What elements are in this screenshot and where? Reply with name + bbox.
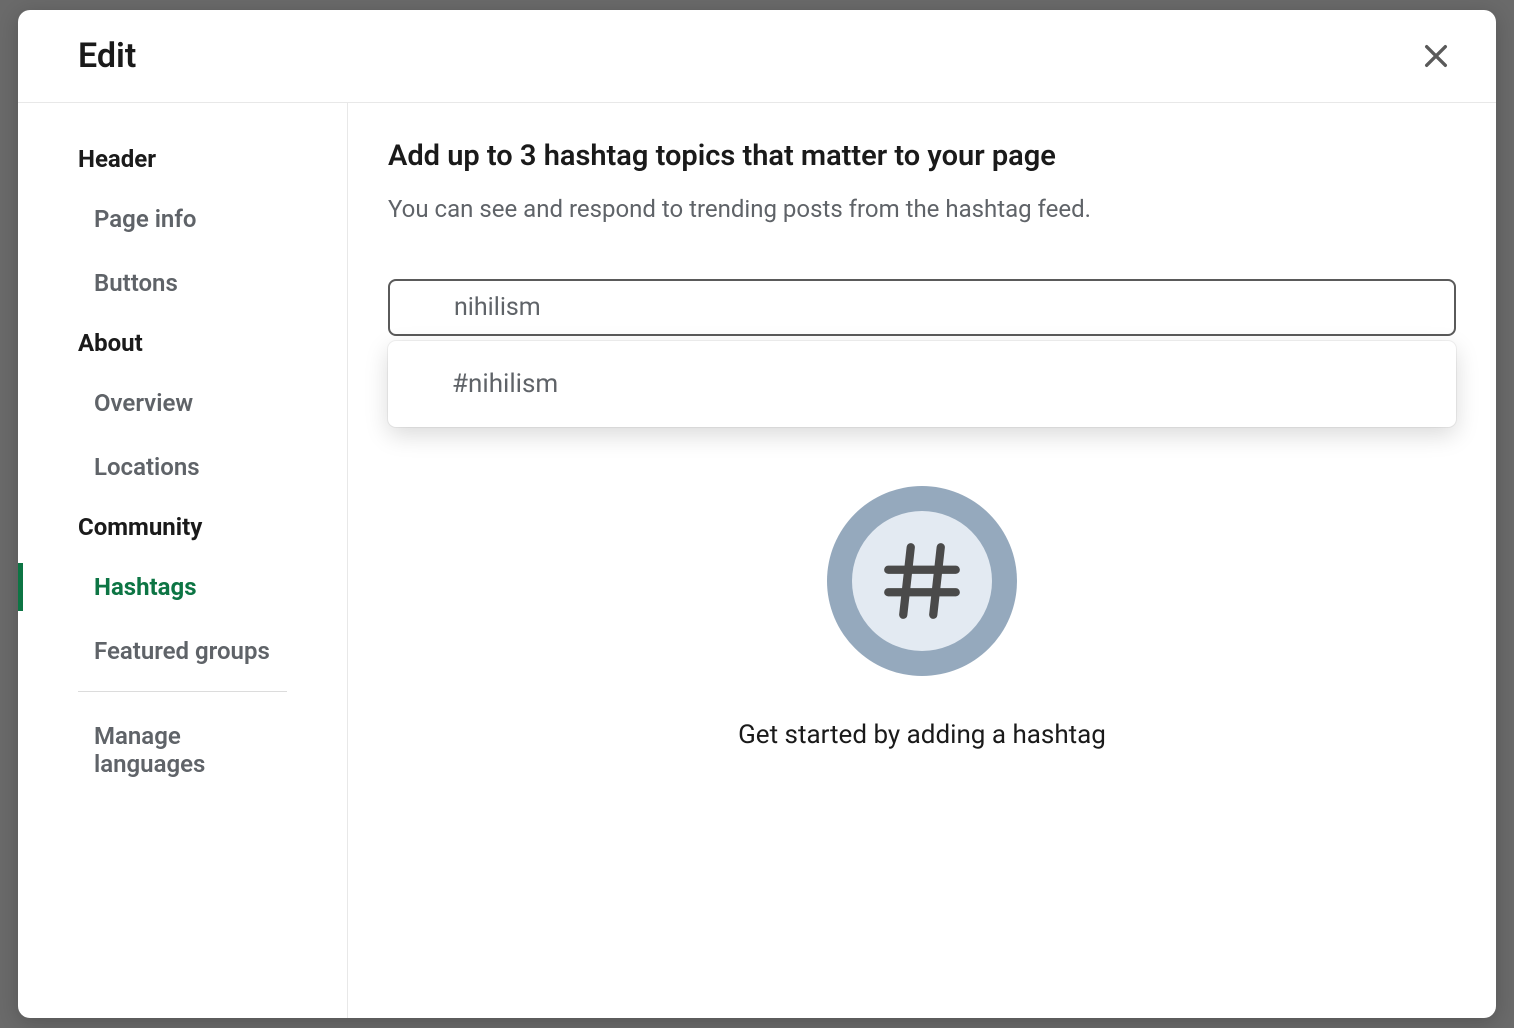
main-content: Add up to 3 hashtag topics that matter t…: [348, 103, 1496, 1018]
modal-title: Edit: [78, 36, 136, 76]
sidebar-section-community: Community: [18, 499, 347, 555]
sidebar-divider: [78, 691, 287, 692]
main-subtext: You can see and respond to trending post…: [388, 195, 1456, 223]
modal-body: Header Page info Buttons About Overview …: [18, 103, 1496, 1018]
close-icon: [1420, 40, 1452, 72]
hashtag-suggestion-dropdown: #nihilism: [388, 341, 1456, 427]
sidebar-item-page-info[interactable]: Page info: [18, 187, 347, 251]
hashtag-icon-inner: [852, 511, 992, 651]
sidebar-section-about: About: [18, 315, 347, 371]
modal-header: Edit: [18, 10, 1496, 103]
sidebar-item-manage-languages[interactable]: Manage languages: [18, 700, 347, 796]
sidebar-section-header: Header: [18, 131, 347, 187]
sidebar: Header Page info Buttons About Overview …: [18, 103, 348, 1018]
sidebar-item-buttons[interactable]: Buttons: [18, 251, 347, 315]
hashtag-suggestion-item[interactable]: #nihilism: [388, 341, 1456, 427]
close-button[interactable]: [1416, 36, 1456, 76]
empty-state: Get started by adding a hashtag: [388, 486, 1456, 750]
edit-modal: Edit Header Page info Buttons About Over…: [18, 10, 1496, 1018]
sidebar-item-overview[interactable]: Overview: [18, 371, 347, 435]
hashtag-input[interactable]: [388, 279, 1456, 336]
sidebar-item-hashtags[interactable]: Hashtags: [18, 555, 347, 619]
sidebar-item-locations[interactable]: Locations: [18, 435, 347, 499]
hashtag-icon: [877, 536, 967, 626]
empty-state-text: Get started by adding a hashtag: [738, 720, 1106, 750]
hashtag-icon-circle: [827, 486, 1017, 676]
main-heading: Add up to 3 hashtag topics that matter t…: [388, 139, 1456, 173]
sidebar-item-featured-groups[interactable]: Featured groups: [18, 619, 347, 683]
hashtag-input-wrapper: #nihilism: [388, 279, 1456, 336]
